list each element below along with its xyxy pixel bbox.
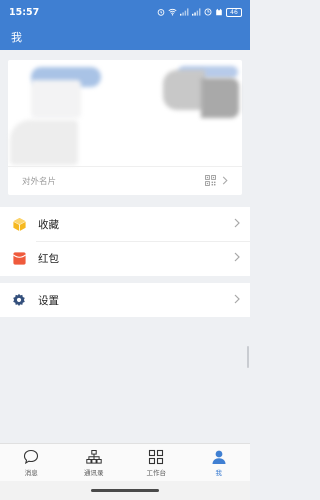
tab-contacts[interactable]: 通讯录 — [63, 444, 126, 481]
chevron-right-icon — [234, 252, 240, 262]
chat-bubble-icon — [24, 449, 39, 464]
menu-label-favorites: 收藏 — [38, 218, 59, 231]
app-header: 我 — [0, 24, 250, 50]
qr-code-icon[interactable] — [205, 175, 216, 186]
status-time: 15:57 — [9, 6, 40, 18]
menu-item-favorites[interactable]: 收藏 — [0, 207, 250, 241]
business-card-label: 对外名片 — [22, 176, 57, 187]
chevron-right-icon — [222, 176, 228, 185]
status-bar: 15:57 46 — [0, 0, 250, 24]
redacted-avatar-left — [163, 70, 205, 110]
menu-group-settings: 设置 — [0, 283, 250, 317]
tab-workbench[interactable]: 工作台 — [125, 444, 188, 481]
menu-group-primary: 收藏 红包 — [0, 207, 250, 276]
redacted-info-block — [31, 80, 81, 118]
chevron-right-icon — [234, 218, 240, 228]
signal-1-icon — [180, 8, 189, 16]
redacted-detail-block — [10, 120, 78, 165]
tab-label-messages: 消息 — [24, 468, 38, 477]
tab-messages[interactable]: 消息 — [0, 444, 63, 481]
data-saver-icon — [204, 8, 212, 16]
red-packet-icon — [11, 250, 27, 266]
org-chart-icon — [86, 449, 102, 464]
redacted-avatar-right — [201, 78, 239, 118]
tab-label-workbench: 工作台 — [146, 468, 167, 477]
grid-icon — [149, 449, 164, 464]
bottom-tab-bar: 消息 通讯录 工作台 我 — [0, 443, 250, 481]
menu-item-settings[interactable]: 设置 — [0, 283, 250, 317]
signal-2-icon — [192, 8, 201, 16]
scroll-indicator[interactable] — [247, 346, 249, 368]
tab-me[interactable]: 我 — [188, 444, 251, 481]
menu-label-red-packet: 红包 — [38, 252, 59, 265]
wifi-icon — [168, 8, 177, 16]
gear-icon — [11, 292, 27, 308]
home-handle[interactable] — [91, 489, 159, 492]
favorites-box-icon — [11, 216, 27, 232]
menu-item-red-packet[interactable]: 红包 — [0, 241, 250, 275]
battery-indicator: 46 — [226, 7, 242, 17]
chevron-right-icon — [234, 294, 240, 304]
tab-label-contacts: 通讯录 — [84, 468, 104, 477]
business-card-row[interactable]: 对外名片 — [8, 166, 242, 194]
menu-label-settings: 设置 — [38, 294, 59, 307]
system-nav-bar — [0, 481, 250, 500]
status-icons: 46 — [157, 7, 242, 17]
person-icon — [212, 450, 226, 464]
business-card-actions — [205, 175, 228, 186]
page-title: 我 — [11, 31, 22, 44]
cat-icon — [216, 8, 222, 16]
tab-label-me: 我 — [215, 468, 223, 477]
alarm-icon — [157, 9, 165, 16]
profile-card[interactable]: 对外名片 — [8, 60, 242, 195]
